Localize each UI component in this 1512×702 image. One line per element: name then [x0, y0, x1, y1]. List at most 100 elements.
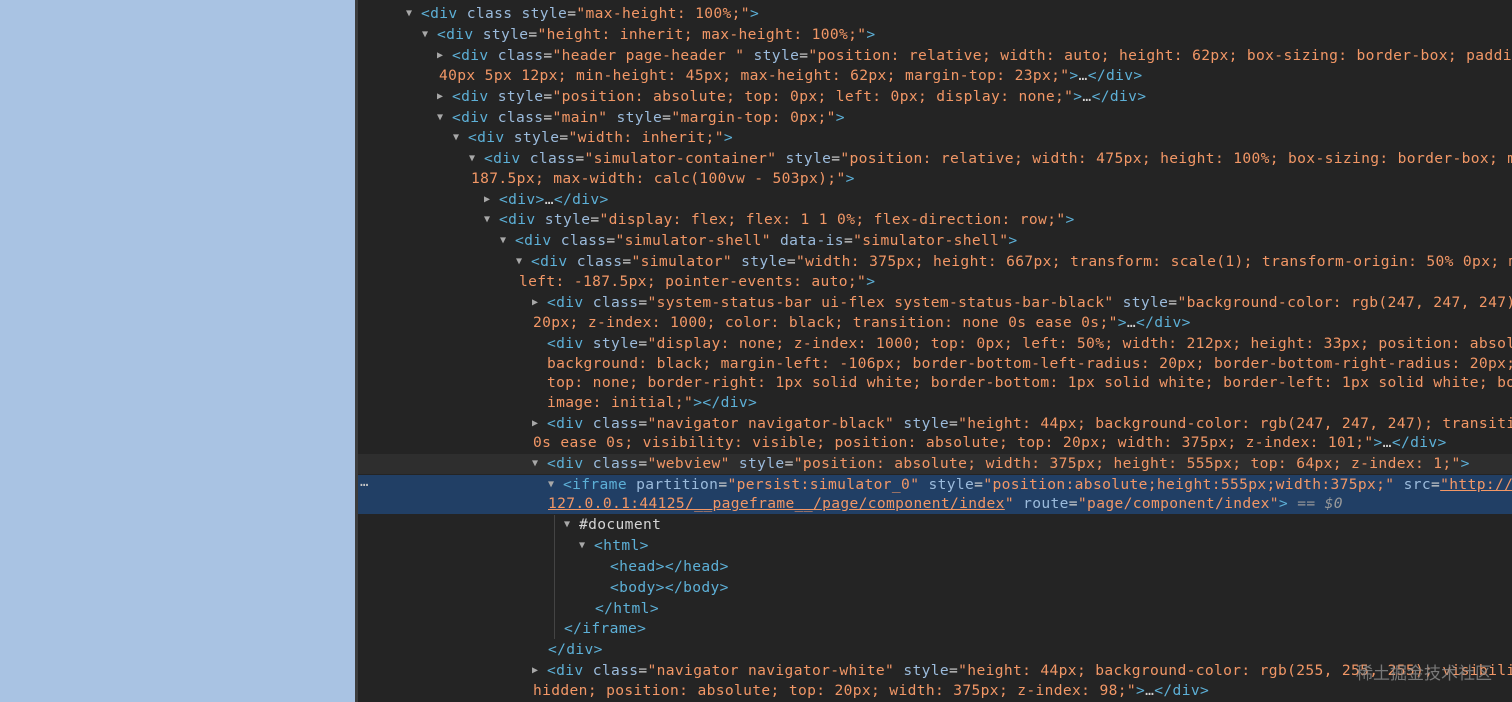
node-markup: <div class="header page-header " style="… [452, 46, 1512, 66]
syntax-token: style [741, 253, 787, 270]
dom-tree-node[interactable]: background: black; margin-left: -106px; … [358, 354, 1512, 374]
syntax-token: > [749, 5, 760, 22]
dom-tree-node[interactable]: ▶ <div class="header page-header " style=… [358, 46, 1512, 66]
dom-tree-node[interactable]: ▼ <div class="webview" style="position: a… [358, 454, 1512, 474]
syntax-token: = [831, 150, 841, 167]
dom-tree-node[interactable]: </div> [358, 640, 1512, 660]
syntax-token [732, 253, 741, 270]
dom-tree-node[interactable]: left: -187.5px; pointer-events: auto;"> [358, 272, 1512, 292]
dom-tree-node[interactable]: ▼ <div style="width: inherit;"> [358, 128, 1512, 148]
dom-tree-node[interactable]: top: none; border-right: 1px solid white… [358, 373, 1512, 393]
node-markup: <div class="system-status-bar ui-flex sy… [547, 293, 1512, 313]
dom-tree-node[interactable]: 40px 5px 12px; min-height: 45px; max-hei… [358, 66, 1512, 86]
dom-tree-node[interactable]: ▶ <div>…</div> [358, 190, 1512, 210]
syntax-token: <html> [594, 537, 649, 554]
dom-tree-node[interactable]: ▼ <div class="simulator-container" style=… [358, 149, 1512, 169]
collapse-triangle-icon[interactable]: ▼ [484, 210, 490, 230]
syntax-token: = [638, 662, 648, 679]
expand-triangle-icon[interactable]: ▶ [437, 87, 443, 107]
more-actions-icon[interactable]: … [360, 475, 369, 492]
dom-tree-node[interactable]: ▼ #document [358, 515, 1512, 535]
node-markup: <div>…</div> [499, 190, 609, 210]
node-markup: 0s ease 0s; visibility: visible; positio… [533, 433, 1447, 453]
syntax-token [730, 455, 739, 472]
syntax-token[interactable]: "http:// [1440, 476, 1512, 493]
syntax-token: = [606, 232, 616, 249]
dom-tree-node[interactable]: </iframe> [358, 619, 1512, 639]
dom-tree-node[interactable]: … ▼ <iframe partition = "persist:simulator_0… [358, 475, 1512, 495]
syntax-token: class [497, 47, 544, 64]
collapse-triangle-icon[interactable]: ▼ [579, 536, 585, 556]
syntax-token: = [843, 232, 854, 249]
syntax-token: = [786, 253, 796, 270]
syntax-token: = [1431, 476, 1441, 493]
expand-triangle-icon[interactable]: ▶ [532, 414, 538, 434]
node-markup: <div class="webview" style="position: ab… [547, 454, 1470, 474]
dom-tree-node[interactable]: ▼ <html> [358, 536, 1512, 556]
collapse-triangle-icon[interactable]: ▼ [406, 4, 412, 24]
syntax-token: 40px 5px 12px; min-height: 45px; max-hei… [439, 67, 1070, 84]
dom-tree-node[interactable]: </html> [358, 599, 1512, 619]
syntax-token: <div [531, 253, 577, 270]
collapse-triangle-icon[interactable]: ▼ [422, 25, 428, 45]
syntax-token: <head></head> [610, 558, 729, 575]
dom-tree-node[interactable]: 187.5px; max-width: calc(100vw - 503px);… [358, 169, 1512, 189]
node-markup: </iframe> [564, 619, 646, 639]
dom-tree-node[interactable]: ▼ <div style="height: inherit; max-height… [358, 25, 1512, 45]
syntax-token: "width: 375px; height: 667px; transform:… [795, 253, 1512, 270]
dom-tree-node[interactable]: hidden; position: absolute; top: 20px; w… [358, 681, 1512, 701]
dom-tree-node[interactable]: ▼ <div class="main" style="margin-top: 0p… [358, 108, 1512, 128]
watermark: 稀土掘金技术社区 [1356, 664, 1492, 684]
collapse-triangle-icon[interactable]: ▼ [500, 231, 506, 251]
syntax-token: "page/component/index" [1077, 495, 1279, 512]
syntax-token [1014, 495, 1023, 512]
dom-tree-node[interactable]: <div style="display: none; z-index: 1000… [358, 334, 1512, 354]
dom-tree-node[interactable]: ▼ <div class style="max-height: 100%;"> [358, 4, 1512, 24]
collapse-triangle-icon[interactable]: ▼ [453, 128, 459, 148]
node-markup: <body></body> [610, 578, 729, 598]
dom-tree-node[interactable]: <body></body> [358, 578, 1512, 598]
elements-tree-panel[interactable]: ▼ <div class style="max-height: 100%;"> ▼ <… [358, 0, 1512, 702]
expand-triangle-icon[interactable]: ▶ [484, 190, 490, 210]
expand-triangle-icon[interactable]: ▶ [532, 661, 538, 681]
dom-tree-node[interactable]: ▼ <div style="display: flex; flex: 1 1 0%… [358, 210, 1512, 230]
collapse-triangle-icon[interactable]: ▼ [516, 252, 522, 272]
syntax-token: "webview" [647, 455, 730, 472]
dom-tree-node[interactable]: 0s ease 0s; visibility: visible; positio… [358, 433, 1512, 453]
syntax-token: background: black; margin-left: -106px; … [547, 355, 1512, 372]
syntax-token: class [497, 109, 544, 126]
dom-tree-node[interactable]: ▼ <div class="simulator" style="width: 37… [358, 252, 1512, 272]
syntax-token: class [592, 294, 639, 311]
syntax-token: "simulator-shell" [853, 232, 1009, 249]
collapse-triangle-icon[interactable]: ▼ [548, 475, 554, 495]
dom-tree-node[interactable]: 20px; z-index: 1000; color: black; trans… [358, 313, 1512, 333]
syntax-token: "header page-header " [552, 47, 745, 64]
collapse-triangle-icon[interactable]: ▼ [469, 149, 475, 169]
syntax-token: "simulator-container" [584, 150, 777, 167]
dom-tree-node[interactable]: image: initial;"></div> [358, 393, 1512, 413]
node-markup: top: none; border-right: 1px solid white… [547, 373, 1512, 393]
collapse-triangle-icon[interactable]: ▼ [437, 108, 443, 128]
collapse-triangle-icon[interactable]: ▼ [564, 515, 570, 535]
expand-triangle-icon[interactable]: ▶ [437, 46, 443, 66]
syntax-token: "display: none; z-index: 1000; top: 0px;… [647, 335, 1512, 352]
collapse-triangle-icon[interactable]: ▼ [532, 454, 538, 474]
syntax-token: = [567, 5, 577, 22]
syntax-token: <div [452, 47, 498, 64]
dom-tree-node[interactable]: ▶ <div class="navigator navigator-white" … [358, 661, 1512, 681]
dom-tree-node[interactable]: ▼ <div class="simulator-shell" data-is="s… [358, 231, 1512, 251]
dom-tree-node[interactable]: <head></head> [358, 557, 1512, 577]
syntax-token: top: none; border-right: 1px solid white… [547, 374, 1512, 391]
syntax-token: <div [452, 109, 498, 126]
syntax-token: <div [547, 335, 593, 352]
syntax-token: = [590, 211, 600, 228]
dom-tree-node[interactable]: 127.0.0.1:44125/__pageframe__/page/compo… [358, 494, 1512, 514]
syntax-token: > [1008, 232, 1018, 249]
dom-tree-node[interactable]: ▶ <div style="position: absolute; top: 0p… [358, 87, 1512, 107]
dom-tree-node[interactable]: ▶ <div class="navigator navigator-black" … [358, 414, 1512, 434]
expand-triangle-icon[interactable]: ▶ [532, 293, 538, 313]
syntax-token: > [1065, 211, 1075, 228]
syntax-token: <div [547, 662, 593, 679]
syntax-token[interactable]: 127.0.0.1:44125/__pageframe__/page/compo… [548, 495, 1005, 512]
dom-tree-node[interactable]: ▶ <div class="system-status-bar ui-flex s… [358, 293, 1512, 313]
